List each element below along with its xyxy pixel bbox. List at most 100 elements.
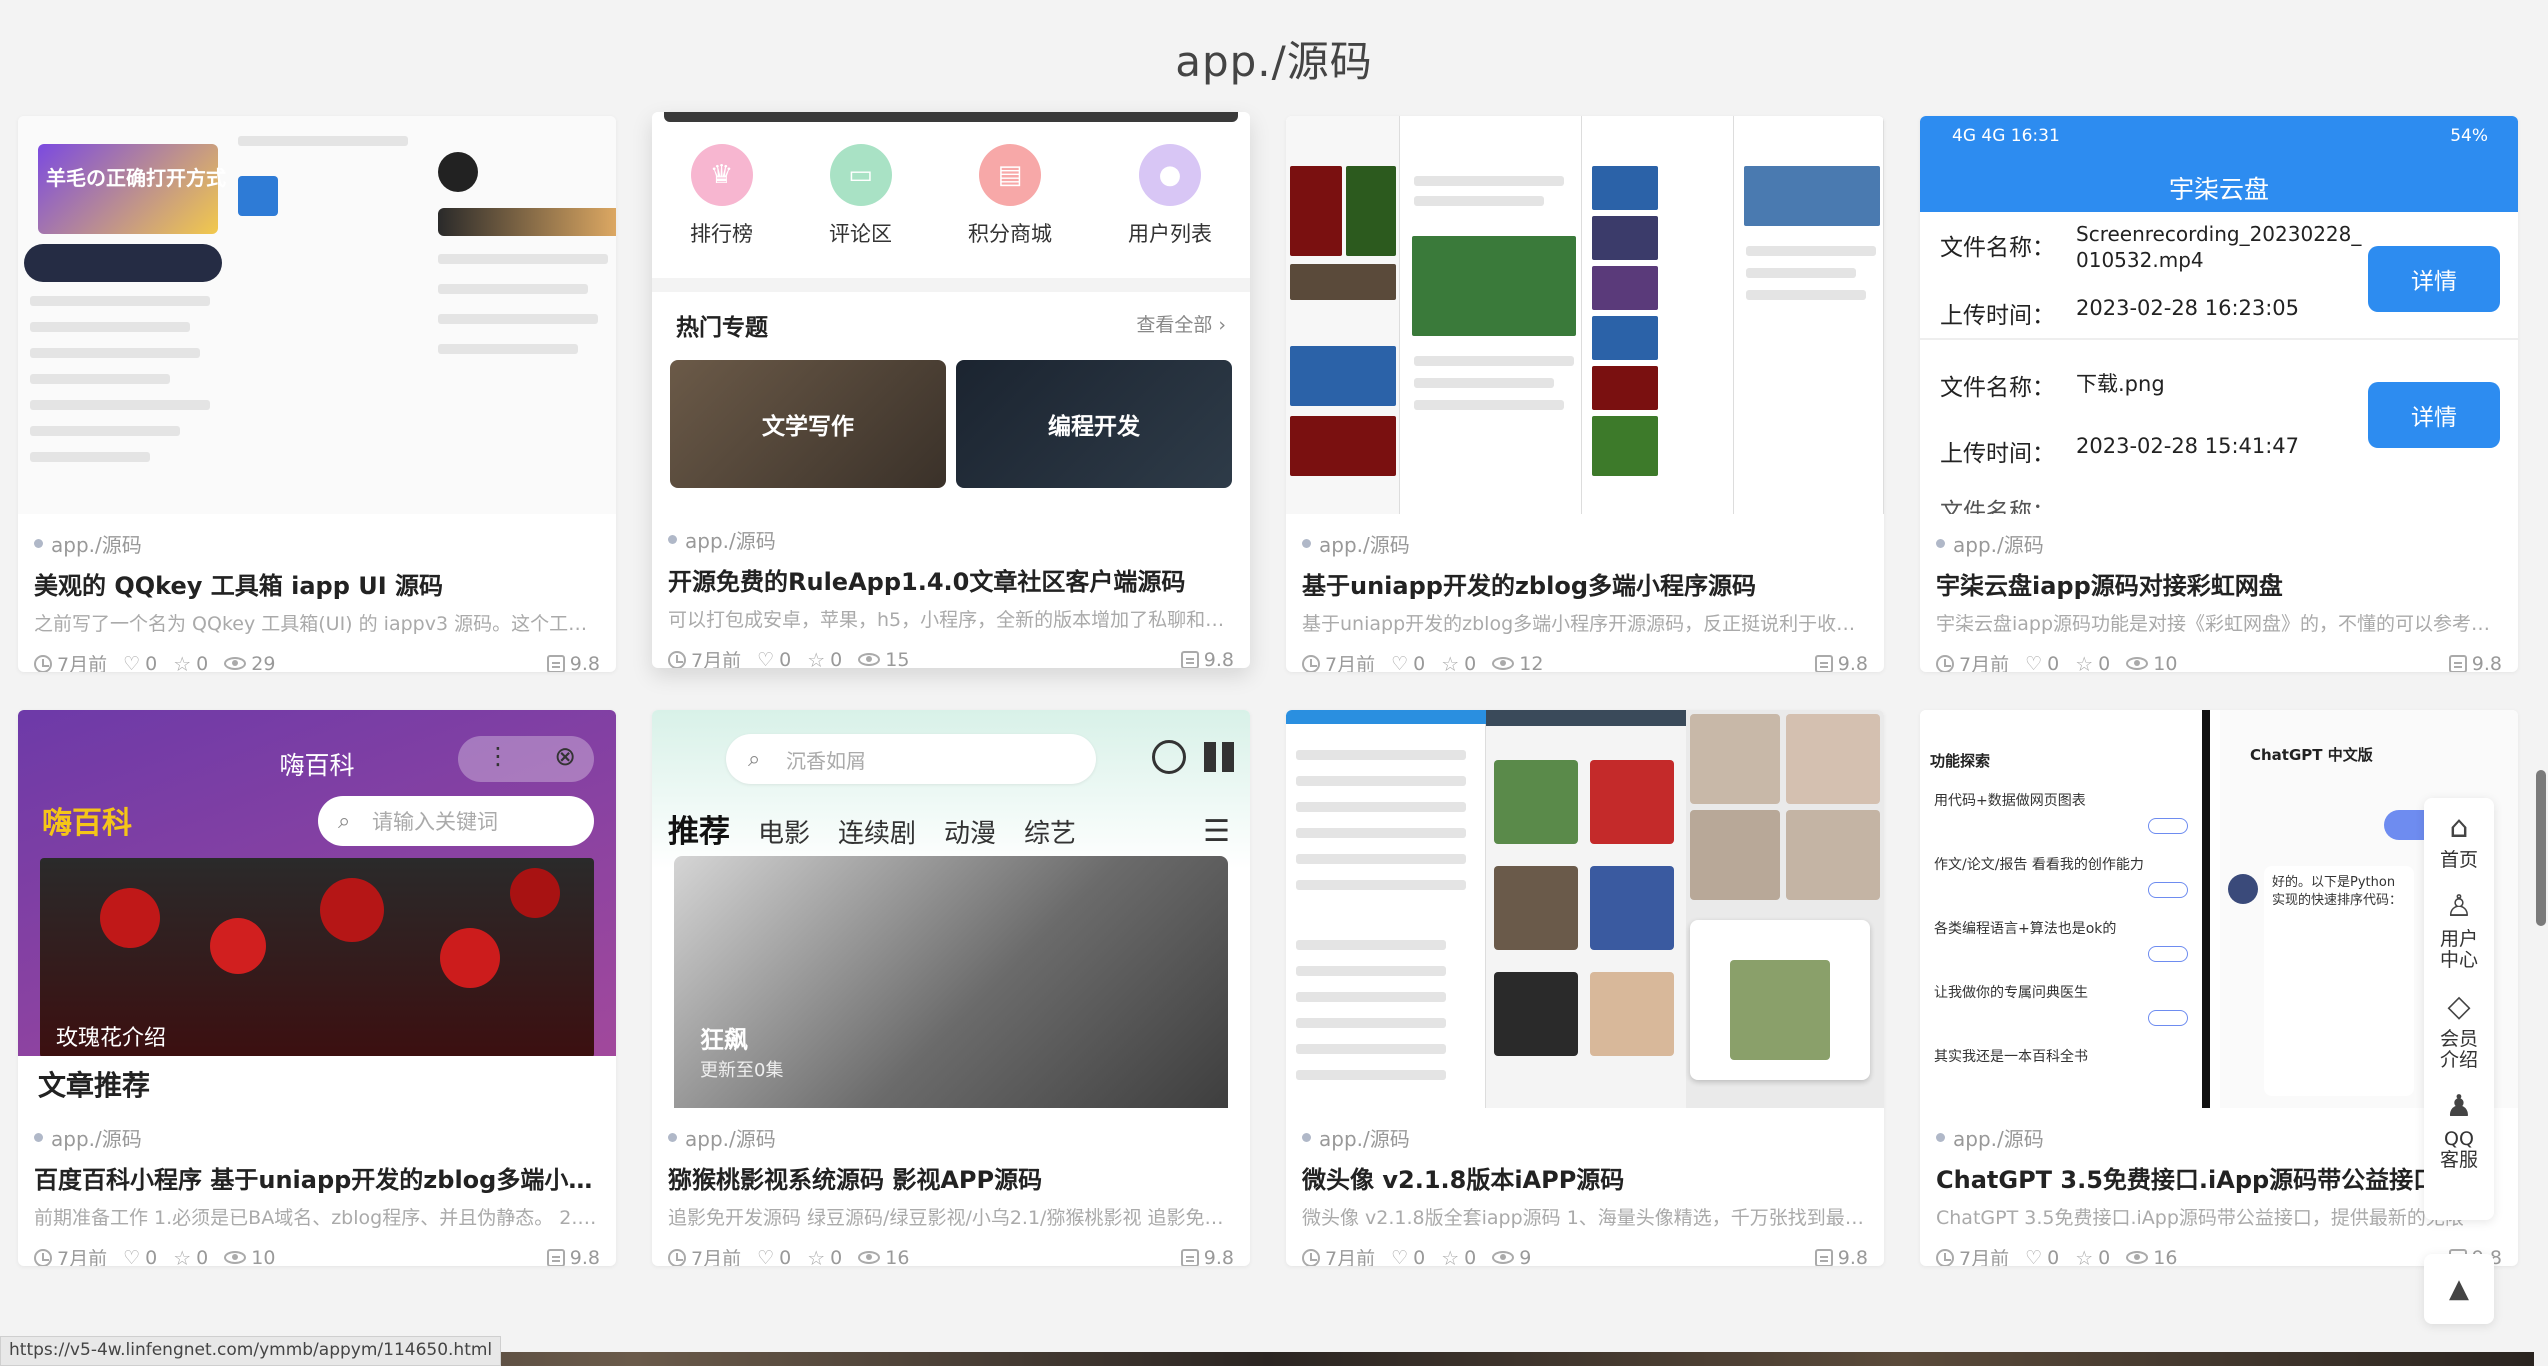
post-thumbnail[interactable]: 羊毛の正确打开方式 (18, 116, 616, 514)
qq-icon: ♟ (2445, 1089, 2473, 1124)
post-views-value: 9 (1519, 1246, 1532, 1267)
category-dot-icon (668, 1132, 677, 1142)
post-thumbnail[interactable]: 4G 4G 16:31 54% 宇柒云盘 文件名称： Screenrecordi… (1920, 116, 2518, 514)
post-category[interactable]: app./源码 (1936, 1124, 2502, 1151)
post-stars[interactable]: ☆ 0 (1441, 652, 1476, 673)
post-stars[interactable]: ☆ 0 (2075, 1246, 2110, 1267)
thumbnail-photo (1290, 416, 1396, 476)
more-icon: ⋮ (486, 742, 510, 770)
back-to-top-button[interactable]: ▲ (2424, 1254, 2494, 1324)
thumbnail-photo (1590, 972, 1674, 1056)
post-category[interactable]: app./源码 (34, 530, 600, 557)
post-title[interactable]: 猕猴桃影视系统源码 影视APP源码 (668, 1160, 1234, 1195)
post-views-value: 12 (1519, 652, 1544, 673)
post-stats: 7月前 ♡ 0 ☆ 0 10 9.8 (1936, 650, 2502, 672)
post-thumbnail[interactable] (1286, 116, 1884, 514)
clock-icon (34, 1248, 52, 1266)
thumbnail-panel (1686, 710, 1884, 1108)
thumbnail-divider (1920, 338, 2518, 340)
post-thumbnail[interactable]: ⌕ 沉香如屑 推荐 电影 连续剧 动漫 综艺 ☰ 狂飙 更新至0集 (652, 710, 1250, 1108)
post-likes[interactable]: ♡ 0 (757, 1247, 791, 1267)
post-title[interactable]: 微头像 v2.1.8版本iAPP源码 (1302, 1160, 1868, 1195)
thumbnail-photo (1744, 166, 1880, 226)
post-title[interactable]: 基于uniapp开发的zblog多端小程序源码 (1302, 566, 1868, 601)
post-title[interactable]: 百度百科小程序 基于uniapp开发的zblog多端小程序... (34, 1160, 600, 1195)
post-category[interactable]: app./源码 (668, 526, 1234, 553)
heart-icon: ♡ (2025, 1246, 2043, 1267)
category-dot-icon (1302, 1132, 1311, 1142)
post-card[interactable]: ♛ 排行榜 ▭ 评论区 ▤ 积分商城 ● 用户列表 热门专题 查看全部 › 文学写作 编… (652, 112, 1250, 668)
star-icon: ☆ (2075, 1245, 2094, 1267)
post-title[interactable]: ChatGPT 3.5免费接口.iApp源码带公益接口 (1936, 1160, 2502, 1195)
clock-icon (34, 654, 52, 672)
post-card[interactable]: ⌕ 沉香如屑 推荐 电影 连续剧 动漫 综艺 ☰ 狂飙 更新至0集 app./源… (652, 710, 1250, 1266)
post-stars[interactable]: ☆ 0 (173, 1246, 208, 1267)
status-url: https://v5-4w.linfengnet.com/ymmb/appym/… (0, 1336, 502, 1366)
page-scrollbar[interactable] (2534, 0, 2548, 1366)
post-card[interactable]: 4G 4G 16:31 54% 宇柒云盘 文件名称： Screenrecordi… (1920, 116, 2518, 672)
post-likes[interactable]: ♡ 0 (123, 1247, 157, 1267)
post-category[interactable]: app./源码 (34, 1124, 600, 1151)
post-likes[interactable]: ♡ 0 (2025, 1247, 2059, 1267)
thumbnail-view-all-label: 查看全部 (1136, 314, 1213, 336)
post-category[interactable]: app./源码 (1936, 530, 2502, 557)
post-likes[interactable]: ♡ 0 (1391, 1247, 1425, 1267)
post-likes[interactable]: ♡ 0 (123, 653, 157, 673)
post-description: 宇柒云盘iapp源码功能是对接《彩虹网盘》的，不懂的可以参考蓝奏... (1936, 613, 2502, 635)
post-likes-value: 0 (779, 648, 792, 669)
thumbnail-row (1414, 378, 1554, 388)
post-card[interactable]: app./源码 微头像 v2.1.8版本iAPP源码 微头像 v2.1.8版全套… (1286, 710, 1884, 1266)
thumbnail-photo (1290, 264, 1396, 300)
post-stars[interactable]: ☆ 0 (2075, 652, 2110, 673)
thumbnail-photo (1592, 366, 1658, 410)
thumbnail-status-bar: 4G 4G 16:31 (1952, 126, 2060, 146)
post-category[interactable]: app./源码 (1302, 1124, 1868, 1151)
post-thumbnail[interactable]: 嗨百科 ⋮ ⊗ 嗨百科 ⌕ 请输入关键词 玫瑰花介绍 文章推荐 (18, 710, 616, 1108)
card-grid: 羊毛の正确打开方式 app./源码 美观的 QQkey 工具箱 iapp UI … (18, 112, 2518, 1267)
post-stars[interactable]: ☆ 0 (807, 648, 842, 669)
post-likes[interactable]: ♡ 0 (757, 649, 791, 669)
coin-icon (546, 1248, 565, 1266)
thumbnail-top-band (664, 112, 1238, 122)
thumbnail-row (1746, 290, 1866, 300)
thumbnail-hot-title: 热门专题 (676, 315, 768, 341)
floating-nav-user-center[interactable]: ♙ 用户中心 (2435, 891, 2483, 971)
eye-icon (2126, 1251, 2149, 1264)
post-views-value: 16 (2153, 1246, 2178, 1267)
post-stars[interactable]: ☆ 0 (1441, 1246, 1476, 1267)
post-stars[interactable]: ☆ 0 (173, 652, 208, 673)
post-title[interactable]: 宇柒云盘iapp源码对接彩虹网盘 (1936, 566, 2502, 601)
post-thumbnail[interactable]: ♛ 排行榜 ▭ 评论区 ▤ 积分商城 ● 用户列表 热门专题 查看全部 › 文学写作 编… (652, 112, 1250, 510)
scrollbar-thumb[interactable] (2536, 770, 2546, 926)
post-stars-value: 0 (196, 1246, 209, 1267)
post-time-value: 7月前 (1325, 654, 1376, 672)
floating-nav-qq-service[interactable]: ♟ QQ客服 (2435, 1091, 2483, 1171)
floating-nav-membership[interactable]: ◇ 会员介绍 (2435, 991, 2483, 1071)
floating-nav-home[interactable]: ⌂ 首页 (2435, 812, 2483, 871)
thumbnail-icon-item: ▭ 评论区 (829, 144, 892, 248)
post-score: 9.8 (546, 1247, 600, 1266)
post-score: 9.8 (1814, 1247, 1868, 1266)
home-icon: ⌂ (2449, 810, 2469, 845)
post-card[interactable]: 嗨百科 ⋮ ⊗ 嗨百科 ⌕ 请输入关键词 玫瑰花介绍 文章推荐 app./源码 (18, 710, 616, 1266)
post-card[interactable]: 羊毛の正确打开方式 app./源码 美观的 QQkey 工具箱 iapp UI … (18, 116, 616, 672)
thumbnail-time-label: 上传时间： (1940, 303, 2055, 329)
post-likes[interactable]: ♡ 0 (2025, 653, 2059, 673)
thumbnail-row (1296, 1070, 1446, 1080)
post-title[interactable]: 美观的 QQkey 工具箱 iapp UI 源码 (34, 566, 600, 601)
thumbnail-row (238, 136, 408, 146)
post-stars-value: 0 (1464, 652, 1477, 673)
post-time: 7月前 (34, 650, 107, 672)
post-stars[interactable]: ☆ 0 (807, 1246, 842, 1267)
post-title[interactable]: 开源免费的RuleApp1.4.0文章社区客户端源码 (668, 562, 1234, 597)
post-category[interactable]: app./源码 (668, 1124, 1234, 1151)
post-category-label: app./源码 (1319, 1126, 1410, 1151)
post-card[interactable]: app./源码 基于uniapp开发的zblog多端小程序源码 基于uniapp… (1286, 116, 1884, 672)
post-time-value: 7月前 (1959, 1248, 2010, 1266)
thumbnail-user-card (24, 244, 222, 282)
post-category[interactable]: app./源码 (1302, 530, 1868, 557)
thumbnail-tab: 综艺 (1024, 819, 1077, 849)
post-likes[interactable]: ♡ 0 (1391, 653, 1425, 673)
thumbnail-search: ⌕ 请输入关键词 (318, 796, 594, 846)
post-thumbnail[interactable] (1286, 710, 1884, 1108)
